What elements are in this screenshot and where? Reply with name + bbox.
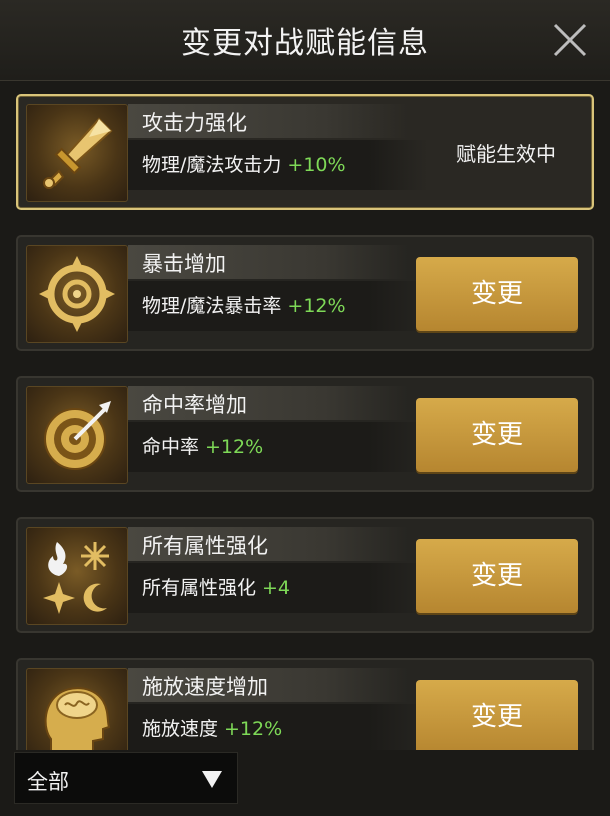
elements-icon <box>43 542 109 614</box>
empower-desc: 物理/魔法攻击力 +10% <box>142 150 346 177</box>
title-bar: 变更对战赋能信息 <box>0 0 610 81</box>
desc-text: 命中率 <box>142 436 200 458</box>
change-button[interactable]: 变更 <box>416 257 578 331</box>
desc-text: 物理/魔法暴击率 <box>142 295 282 317</box>
empower-card-cast-speed: 施放速度增加 施放速度 +12% 变更 <box>16 658 594 750</box>
crosshair-icon <box>39 256 115 332</box>
desc-value: +4 <box>262 577 291 599</box>
desc-text: 物理/魔法攻击力 <box>142 154 282 176</box>
empower-name: 攻击力强化 <box>142 111 247 135</box>
empower-desc: 物理/魔法暴击率 +12% <box>142 291 346 318</box>
change-button[interactable]: 变更 <box>416 398 578 472</box>
empower-card-accuracy: 命中率增加 命中率 +12% 变更 <box>16 376 594 492</box>
target-icon <box>44 401 111 470</box>
desc-text: 所有属性强化 <box>142 577 257 599</box>
filter-dropdown[interactable]: 全部 <box>14 752 238 804</box>
status-active: 赋能生效中 <box>456 142 556 166</box>
empower-desc: 施放速度 +12% <box>142 714 282 741</box>
sword-icon <box>43 117 113 189</box>
desc-value: +10% <box>287 154 346 176</box>
icon-frame <box>26 245 128 343</box>
triangle-down-icon <box>202 771 222 788</box>
desc-value: +12% <box>224 718 283 740</box>
icon-frame <box>26 104 128 202</box>
empower-card-all-attributes: 所有属性强化 所有属性强化 +4 变更 <box>16 517 594 633</box>
close-icon[interactable] <box>552 22 588 58</box>
icon-frame <box>26 668 128 750</box>
brain-head-icon <box>44 687 111 750</box>
icon-frame <box>26 386 128 484</box>
desc-text: 施放速度 <box>142 718 219 740</box>
icon-frame <box>26 527 128 625</box>
empower-desc: 所有属性强化 +4 <box>142 573 290 600</box>
change-button[interactable]: 变更 <box>416 539 578 613</box>
page-title: 变更对战赋能信息 <box>181 26 429 61</box>
desc-value: +12% <box>205 436 264 458</box>
empower-name: 所有属性强化 <box>142 534 268 558</box>
change-button[interactable]: 变更 <box>416 680 578 750</box>
empower-card-attack[interactable]: 攻击力强化 物理/魔法攻击力 +10% 赋能生效中 <box>16 94 594 210</box>
empower-name: 施放速度增加 <box>142 675 268 699</box>
empower-name: 暴击增加 <box>142 252 226 276</box>
empower-list[interactable]: 攻击力强化 物理/魔法攻击力 +10% 赋能生效中 暴击增加 物理/魔法暴击率 +1… <box>0 80 610 750</box>
desc-value: +12% <box>287 295 346 317</box>
empower-desc: 命中率 +12% <box>142 432 263 459</box>
filter-selected-value: 全部 <box>27 770 69 794</box>
empower-name: 命中率增加 <box>142 393 247 417</box>
empower-card-crit: 暴击增加 物理/魔法暴击率 +12% 变更 <box>16 235 594 351</box>
